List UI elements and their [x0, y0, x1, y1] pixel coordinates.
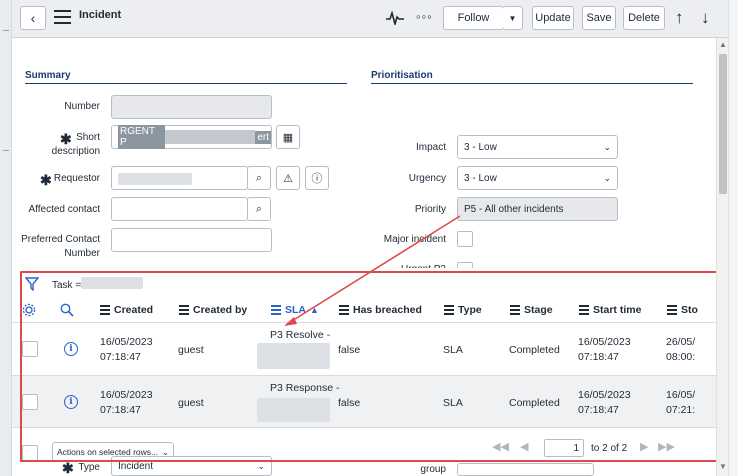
scroll-up-icon[interactable]: ▲ — [719, 40, 727, 49]
scroll-thumb[interactable] — [719, 54, 727, 194]
right-panel-strip — [728, 0, 738, 476]
annotation-arrow-icon — [284, 215, 461, 326]
scroll-down-icon[interactable]: ▼ — [719, 462, 727, 471]
page-scrollbar[interactable]: ▲ ▼ — [716, 38, 728, 476]
